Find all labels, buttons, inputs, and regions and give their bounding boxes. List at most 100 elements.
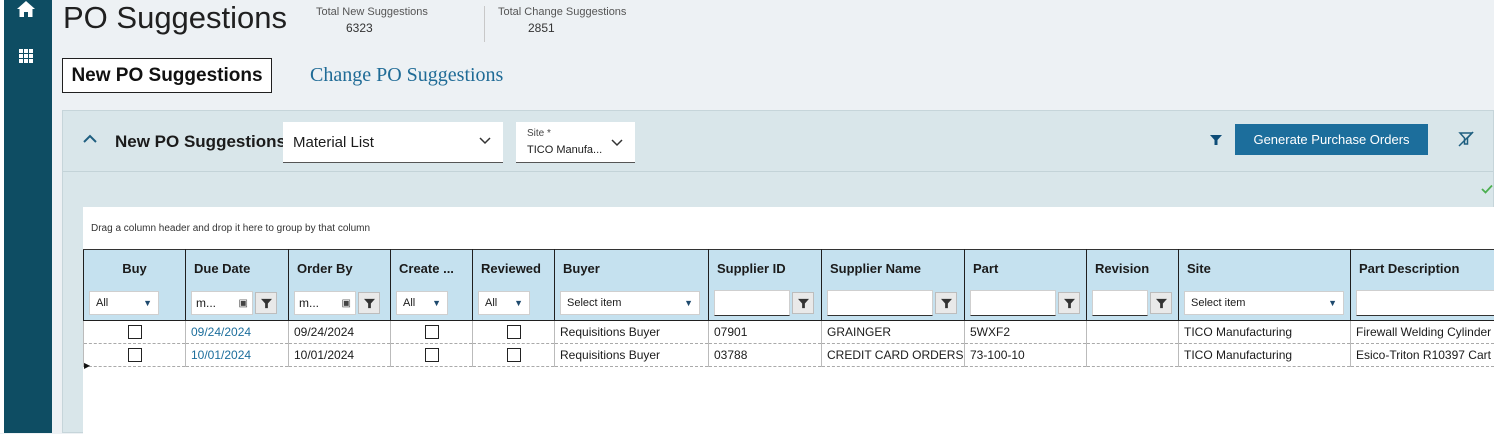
table-row[interactable]: 09/24/2024 09/24/2024 Requisitions Buyer… (84, 321, 1494, 344)
column-header-part[interactable]: Part (965, 250, 1087, 287)
filter-cell-order-by: m...▣ (289, 287, 391, 321)
column-header-reviewed[interactable]: Reviewed (473, 250, 555, 287)
sidebar-edge (0, 0, 4, 433)
reviewed-checkbox[interactable] (507, 325, 521, 339)
filter-icon[interactable] (255, 292, 277, 314)
column-header-part-description[interactable]: Part Description (1351, 250, 1494, 287)
suggestions-grid: Drag a column header and drop it here to… (83, 207, 1494, 434)
supplier-id-cell: 03788 (709, 344, 822, 367)
due-date-cell: 09/24/2024 (186, 321, 289, 344)
apps-grid-icon[interactable] (16, 46, 36, 71)
calendar-icon[interactable]: ▣ (342, 298, 351, 309)
due-date-link[interactable]: 09/24/2024 (191, 325, 251, 339)
filter-value: All (403, 297, 415, 309)
column-header-revision[interactable]: Revision (1087, 250, 1179, 287)
create-checkbox[interactable] (425, 325, 439, 339)
material-list-select[interactable]: Material List (283, 122, 503, 163)
calendar-icon[interactable]: ▣ (239, 298, 248, 309)
panel-title: New PO Suggestions (115, 132, 286, 152)
supplier-name-filter-input[interactable] (827, 290, 933, 316)
filter-value: Select item (1191, 297, 1245, 309)
group-by-drop-zone[interactable]: Drag a column header and drop it here to… (91, 223, 370, 234)
revision-cell (1087, 344, 1179, 367)
create-filter-select[interactable]: All ▼ (396, 291, 448, 315)
column-header-create[interactable]: Create ... (391, 250, 473, 287)
column-header-due-date[interactable]: Due Date (186, 250, 289, 287)
part-description-cell: Firewall Welding Cylinder (1351, 321, 1494, 344)
filter-cell-supplier-name (822, 287, 965, 321)
supplier-id-filter-input[interactable] (714, 290, 790, 316)
site-select-label: Site * (527, 128, 551, 139)
filter-icon[interactable] (1210, 133, 1222, 149)
filter-icon[interactable] (935, 292, 957, 314)
part-description-cell: Esico-Triton R10397 Cart (1351, 344, 1494, 367)
filter-icon[interactable] (358, 292, 380, 314)
due-date-link[interactable]: 10/01/2024 (191, 348, 251, 362)
stat-divider (484, 6, 485, 42)
caret-down-icon: ▼ (143, 298, 152, 308)
due-date-cell: 10/01/2024 (186, 344, 289, 367)
current-row-indicator-icon: ▶ (84, 361, 90, 370)
caret-down-icon: ▼ (684, 298, 693, 308)
tab-change-po-suggestions[interactable]: Change PO Suggestions (310, 64, 503, 87)
page-title: PO Suggestions (63, 0, 287, 36)
create-checkbox[interactable] (425, 348, 439, 362)
reviewed-cell (473, 344, 555, 367)
table-row[interactable]: 10/01/2024 10/01/2024 Requisitions Buyer… (84, 344, 1494, 367)
column-header-supplier-name[interactable]: Supplier Name (822, 250, 965, 287)
revision-cell (1087, 321, 1179, 344)
site-select-value: TICO Manufa... (527, 144, 602, 156)
stat-value: 6323 (316, 21, 428, 35)
generate-purchase-orders-button[interactable]: Generate Purchase Orders (1235, 124, 1428, 155)
clear-filter-icon[interactable] (1458, 131, 1474, 151)
supplier-name-cell: CREDIT CARD ORDERS (822, 344, 965, 367)
buyer-filter-select[interactable]: Select item▼ (560, 291, 700, 315)
buy-filter-select[interactable]: All ▼ (89, 291, 159, 315)
home-icon[interactable] (16, 0, 36, 23)
column-header-buyer[interactable]: Buyer (555, 250, 709, 287)
buyer-cell: Requisitions Buyer (555, 321, 709, 344)
filter-cell-supplier-id (709, 287, 822, 321)
buy-checkbox[interactable] (128, 348, 142, 362)
sidebar (0, 0, 52, 433)
revision-filter-input[interactable] (1092, 290, 1148, 316)
reviewed-checkbox[interactable] (507, 348, 521, 362)
part-filter-input[interactable] (970, 290, 1056, 316)
column-header-order-by[interactable]: Order By (289, 250, 391, 287)
caret-down-icon: ▼ (432, 298, 441, 308)
due-date-filter-input[interactable]: m...▣ (191, 291, 253, 315)
order-by-filter-input[interactable]: m...▣ (294, 291, 356, 315)
buy-cell (84, 344, 186, 367)
chevron-up-icon[interactable] (83, 131, 97, 149)
chevron-down-icon (479, 132, 491, 148)
part-description-filter-input[interactable] (1356, 290, 1494, 316)
filter-value: All (96, 297, 108, 309)
column-headers: Buy Due Date Order By Create ... Reviewe… (84, 250, 1494, 287)
buy-checkbox[interactable] (128, 325, 142, 339)
filter-cell-due-date: m...▣ (186, 287, 289, 321)
filter-cell-part (965, 287, 1087, 321)
site-select[interactable]: Site * TICO Manufa... (516, 122, 635, 163)
stat-label: Total Change Suggestions (498, 6, 626, 18)
filter-row: All▼ m...▣ m...▣ All▼ All▼ Sel (84, 287, 1494, 321)
filter-cell-create: All ▼ (391, 287, 473, 321)
supplier-id-cell: 07901 (709, 321, 822, 344)
material-list-value: Material List (293, 134, 374, 151)
create-cell (391, 344, 473, 367)
reviewed-cell (473, 321, 555, 344)
filter-cell-buyer: Select item▼ (555, 287, 709, 321)
panel-header: New PO Suggestions Material List Site * … (63, 111, 1493, 172)
filter-icon[interactable] (792, 292, 814, 314)
filter-icon[interactable] (1058, 292, 1080, 314)
tab-new-po-suggestions[interactable]: New PO Suggestions (62, 58, 272, 93)
column-header-site[interactable]: Site (1179, 250, 1351, 287)
order-by-cell: 09/24/2024 (289, 321, 391, 344)
site-cell: TICO Manufacturing (1179, 321, 1351, 344)
caret-down-icon: ▼ (514, 298, 523, 308)
part-cell: 5WXF2 (965, 321, 1087, 344)
column-header-buy[interactable]: Buy (84, 250, 186, 287)
reviewed-filter-select[interactable]: All▼ (478, 291, 530, 315)
site-filter-select[interactable]: Select item▼ (1184, 291, 1344, 315)
column-header-supplier-id[interactable]: Supplier ID (709, 250, 822, 287)
filter-icon[interactable] (1150, 292, 1172, 314)
